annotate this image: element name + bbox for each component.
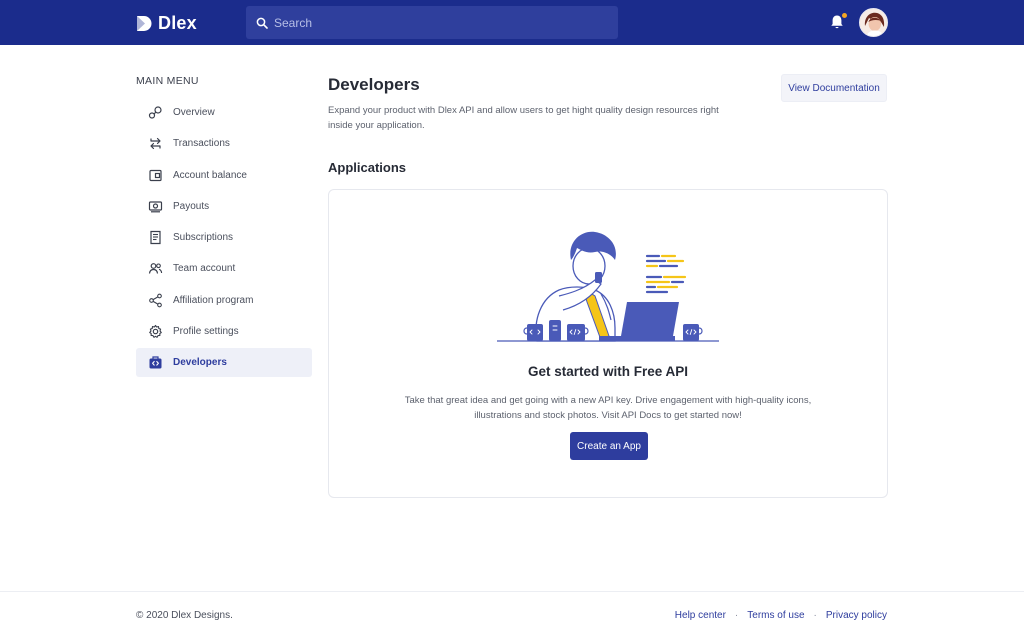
view-documentation-button[interactable]: View Documentation — [781, 74, 887, 102]
wallet-icon — [148, 168, 163, 183]
sidebar-item-label: Developers — [173, 357, 227, 369]
code-bag-icon — [148, 355, 163, 370]
create-app-button[interactable]: Create an App — [570, 432, 648, 460]
sidebar-item-label: Team account — [173, 263, 236, 275]
sidebar-item-profile-settings[interactable]: Profile settings — [136, 317, 312, 346]
applications-empty-card: Get started with Free API Take that grea… — [328, 189, 888, 498]
card-title: Get started with Free API — [527, 364, 689, 379]
gear-icon — [148, 324, 163, 339]
share-icon — [148, 293, 163, 308]
avatar[interactable] — [859, 8, 888, 37]
terms-of-use-link[interactable]: Terms of use — [747, 610, 804, 621]
sidebar-item-label: Affiliation program — [173, 294, 254, 306]
developer-illustration — [497, 231, 719, 342]
transactions-icon — [148, 136, 163, 151]
footer-divider — [0, 591, 1024, 592]
sidebar-item-payouts[interactable]: Payouts — [136, 192, 312, 221]
applications-section-title: Applications — [328, 160, 407, 175]
brand-name: Dlex — [158, 12, 197, 33]
sidebar-item-affiliation-program[interactable]: Affiliation program — [136, 286, 312, 315]
search-icon — [256, 17, 268, 29]
sidebar-item-overview[interactable]: Overview — [136, 98, 312, 127]
main-menu-title: MAIN MENU — [136, 75, 199, 87]
overview-icon — [148, 105, 163, 120]
footer-separator: · — [813, 610, 817, 621]
logo-mark-icon — [137, 15, 152, 31]
page-title: Developers — [328, 75, 420, 94]
help-center-link[interactable]: Help center — [675, 610, 726, 621]
sidebar-item-developers[interactable]: Developers — [136, 348, 312, 378]
footer-separator: · — [734, 610, 739, 621]
page-description: Expand your product with Dlex API and al… — [328, 105, 719, 131]
top-navigation-bar: Dlex — [0, 0, 1024, 45]
sidebar-item-label: Profile settings — [173, 326, 239, 338]
user-photo-icon — [860, 9, 887, 36]
sidebar-item-label: Payouts — [173, 200, 210, 212]
sidebar-item-transactions[interactable]: Transactions — [136, 129, 312, 158]
privacy-policy-link[interactable]: Privacy policy — [826, 610, 887, 621]
sidebar-item-subscriptions[interactable]: Subscriptions — [136, 223, 312, 252]
footer-links: Help center · Terms of use · Privacy pol… — [675, 610, 887, 621]
receipt-icon — [148, 230, 163, 245]
search-input[interactable] — [274, 15, 604, 30]
sidebar-item-account-balance[interactable]: Account balance — [136, 161, 312, 190]
card-description: Take that great idea and get going with … — [404, 395, 812, 421]
team-icon — [148, 261, 163, 276]
payouts-icon — [148, 199, 163, 214]
notification-dot — [842, 13, 847, 18]
brand-logo[interactable]: Dlex — [136, 11, 197, 35]
sidebar-item-team-account[interactable]: Team account — [136, 254, 312, 283]
sidebar-item-label: Transactions — [173, 138, 230, 150]
search-box[interactable] — [246, 6, 618, 39]
sidebar-menu: Overview Transactions Account balance Pa… — [136, 98, 312, 380]
sidebar-item-label: Overview — [173, 107, 215, 118]
sidebar-item-label: Subscriptions — [173, 232, 234, 244]
sidebar-item-label: Account balance — [173, 169, 247, 181]
copyright-text: © 2020 Dlex Designs. — [136, 610, 233, 621]
